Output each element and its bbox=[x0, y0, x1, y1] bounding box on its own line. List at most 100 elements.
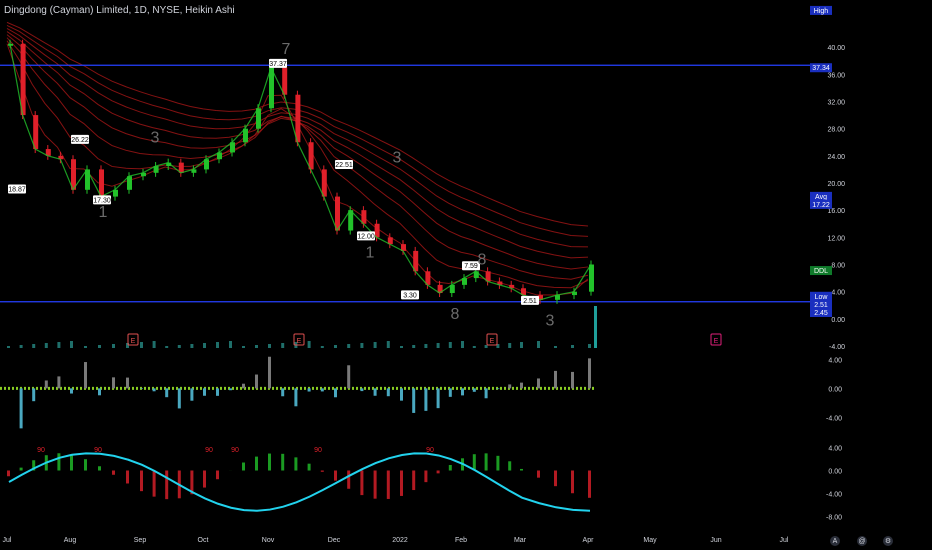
candle-body bbox=[589, 264, 594, 292]
price-tick-label: 12.00 bbox=[827, 235, 845, 242]
histogram-bar bbox=[268, 356, 271, 389]
price-flag-label: 2.51 bbox=[523, 298, 537, 305]
price-tick-label: 20.00 bbox=[827, 181, 845, 188]
time-tick-label: Mar bbox=[514, 537, 527, 544]
histogram-bar bbox=[7, 470, 10, 477]
histogram-bar bbox=[19, 467, 23, 471]
histogram-bar bbox=[520, 382, 523, 389]
earnings-marker-label: E bbox=[131, 338, 136, 345]
histogram-bar bbox=[472, 454, 476, 471]
corner-button-label: ⚙ bbox=[885, 537, 891, 545]
histogram-bar bbox=[112, 377, 115, 389]
histogram-bar bbox=[152, 388, 156, 392]
ema-ribbon bbox=[6, 21, 589, 296]
price-flag-label: 3.30 bbox=[403, 292, 417, 299]
histogram-bar bbox=[98, 466, 101, 471]
volume-bar bbox=[165, 346, 169, 348]
histogram-bar bbox=[347, 365, 351, 389]
volume-bar bbox=[84, 346, 87, 348]
wave-count-label: 1 bbox=[366, 245, 375, 262]
wave-count-label: 8 bbox=[451, 306, 460, 323]
histogram-bar bbox=[461, 388, 464, 396]
time-tick-label: Aug bbox=[64, 537, 77, 544]
histogram-bar bbox=[334, 388, 337, 398]
histogram-bar bbox=[436, 470, 440, 474]
volume-bar bbox=[32, 344, 36, 348]
price-flag-label: 7.59 bbox=[464, 263, 478, 270]
histogram-bar bbox=[84, 362, 87, 389]
histogram-bar bbox=[70, 454, 73, 471]
time-tick-label: Apr bbox=[583, 537, 595, 544]
price-axis-tag-label: DDL bbox=[814, 268, 828, 275]
chart-title: Dingdong (Cayman) Limited, 1D, NYSE, Hei… bbox=[4, 5, 235, 16]
volume-bar bbox=[320, 346, 324, 348]
volume-bar bbox=[347, 344, 351, 348]
volume-bar bbox=[484, 345, 488, 348]
histogram-bar bbox=[496, 455, 500, 471]
signal-label: 90 bbox=[37, 447, 45, 454]
volume-bar bbox=[436, 343, 440, 348]
histogram-bar bbox=[32, 388, 36, 402]
time-tick-label: 2022 bbox=[392, 537, 408, 544]
osc1-tick-label: -4.00 bbox=[826, 415, 842, 422]
signal-label: 90 bbox=[94, 447, 102, 454]
candle-body bbox=[335, 196, 340, 231]
volume-bar bbox=[373, 342, 377, 348]
osc2-tick-label: -4.00 bbox=[826, 492, 842, 499]
volume-bar bbox=[307, 341, 311, 348]
histogram-bar bbox=[140, 388, 143, 389]
time-tick-label: Jun bbox=[710, 537, 721, 544]
histogram-bar bbox=[496, 388, 500, 390]
histogram-bar bbox=[229, 388, 232, 391]
histogram-bar bbox=[242, 462, 245, 471]
price-tick-label: 24.00 bbox=[827, 154, 845, 161]
histogram-bar bbox=[508, 384, 512, 389]
earnings-marker-label: E bbox=[714, 338, 719, 345]
wave-count-label: 3 bbox=[546, 313, 555, 330]
volume-bar bbox=[281, 343, 285, 348]
osc1-tick-label: 0.00 bbox=[828, 386, 842, 393]
volume-bar bbox=[242, 346, 245, 348]
candle-body bbox=[295, 94, 301, 143]
cyan-line bbox=[8, 452, 591, 512]
volume-bar bbox=[177, 345, 181, 348]
price-tick-label: 28.00 bbox=[827, 127, 845, 134]
signal-label: 90 bbox=[231, 447, 239, 454]
time-tick-label: May bbox=[643, 537, 657, 544]
histogram-bar bbox=[126, 470, 129, 484]
histogram-bar bbox=[554, 470, 557, 487]
candle-body bbox=[85, 169, 90, 190]
price-tick-label: 36.00 bbox=[827, 72, 845, 79]
histogram-bar bbox=[177, 388, 181, 409]
oscillator-2-pane: 4.00 0.00 -4.00 -8.00 90 90 90 90 90 90 bbox=[7, 446, 842, 522]
price-tick-label: -4.00 bbox=[829, 344, 845, 351]
time-tick-label: Jul bbox=[780, 537, 789, 544]
histogram-bar bbox=[537, 470, 540, 478]
histogram-bar bbox=[152, 470, 156, 497]
volume-bar bbox=[508, 343, 512, 348]
histogram-bar bbox=[165, 388, 169, 398]
histogram-bar bbox=[448, 388, 452, 397]
histogram-bar bbox=[255, 456, 258, 471]
corner-buttons[interactable]: A @ ⚙ bbox=[830, 536, 893, 546]
histogram-bar bbox=[112, 470, 115, 475]
histogram-bar bbox=[360, 388, 364, 392]
histogram-bar bbox=[216, 470, 219, 480]
price-tick-label: 4.00 bbox=[831, 290, 845, 297]
price-tick-label: 16.00 bbox=[827, 208, 845, 215]
histogram-bar bbox=[268, 453, 271, 471]
volume-bar bbox=[360, 343, 364, 348]
price-flag-label: 22.51 bbox=[335, 162, 353, 169]
histogram-bar bbox=[373, 388, 377, 396]
wave-count-label: 3 bbox=[393, 150, 402, 167]
volume-bar bbox=[203, 343, 206, 348]
candle-body bbox=[269, 67, 274, 109]
ribbon-line bbox=[6, 37, 589, 280]
osc1-tick-label: 4.00 bbox=[828, 357, 842, 364]
volume-bar bbox=[424, 344, 428, 348]
price-axis-tag-label: 2.45 bbox=[814, 310, 828, 317]
price-tick-label: 0.00 bbox=[831, 317, 845, 324]
price-tick-label: 8.00 bbox=[831, 263, 845, 270]
volume-bar bbox=[216, 342, 219, 348]
chart-canvas: 26.2218.8717.3037.3722.5112.007.593.302.… bbox=[0, 5, 893, 546]
